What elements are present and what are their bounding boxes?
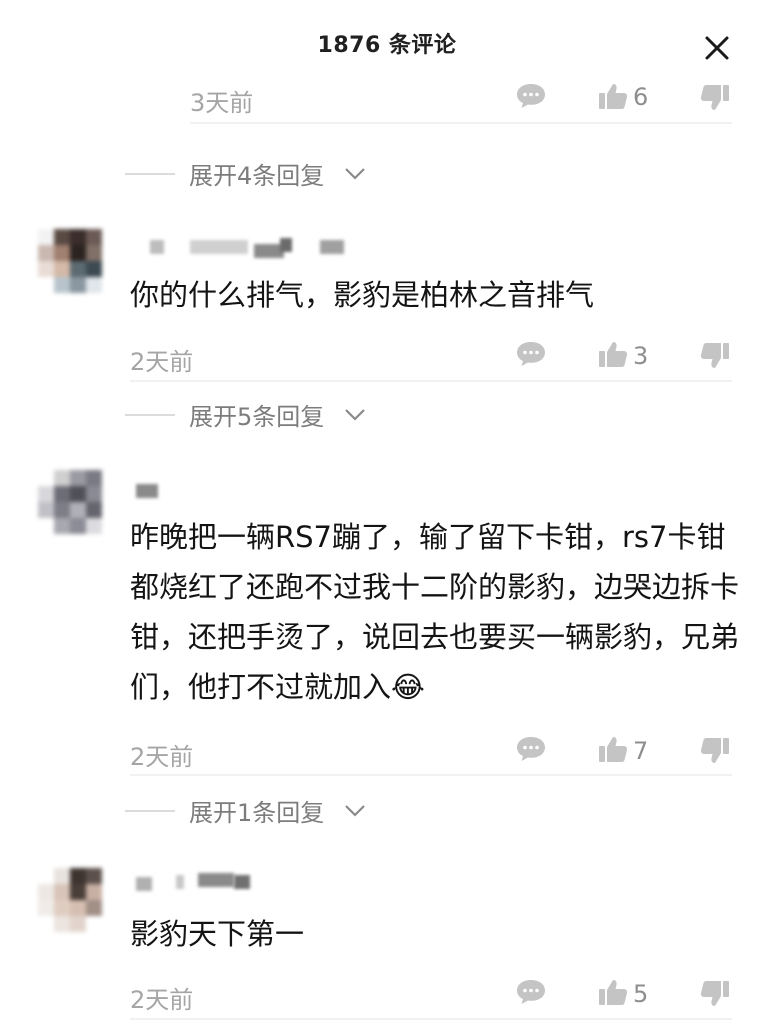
like-count: 5 [633, 980, 649, 1008]
comment-time: 2天前 [130, 348, 194, 376]
like-icon[interactable] [598, 735, 628, 763]
expand-line [125, 414, 175, 416]
comment-divider [130, 380, 732, 382]
like-icon[interactable] [598, 340, 628, 368]
chevron-down-icon [345, 409, 365, 421]
like-count: 3 [633, 342, 649, 370]
avatar[interactable] [38, 470, 116, 548]
expand-replies-label: 展开1条回复 [189, 799, 325, 827]
comment-text-body: 昨晚把一辆RS7蹦了，输了留下卡钳，rs7卡钳都烧红了还跑不过我十二阶的影豹，边… [130, 520, 740, 704]
comment-divider [130, 774, 732, 776]
comment-text: 你的什么排气，影豹是柏林之音排气 [130, 278, 595, 312]
expand-replies-label: 展开5条回复 [189, 403, 325, 431]
chevron-down-icon [345, 805, 365, 817]
dislike-icon[interactable] [700, 342, 730, 370]
comment-time: 3天前 [190, 89, 254, 117]
chevron-down-icon [345, 168, 365, 180]
like-count: 7 [633, 737, 649, 765]
reply-bubble-icon[interactable] [515, 978, 547, 1006]
comment-count-title: 1876 条评论 [317, 33, 457, 58]
laughing-crying-emoji: 😂 [391, 670, 425, 704]
expand-line [125, 810, 175, 812]
comment-divider [190, 122, 732, 124]
reply-bubble-icon[interactable] [515, 735, 547, 763]
comment-text: 影豹天下第一 [130, 917, 305, 951]
comment-time: 2天前 [130, 986, 194, 1014]
dislike-icon[interactable] [700, 980, 730, 1008]
close-icon[interactable] [700, 31, 734, 65]
avatar[interactable] [38, 229, 116, 307]
reply-bubble-icon[interactable] [515, 82, 547, 110]
comment-text: 昨晚把一辆RS7蹦了，输了留下卡钳，rs7卡钳都烧红了还跑不过我十二阶的影豹，边… [130, 512, 750, 712]
comment-divider [130, 1018, 732, 1020]
like-count: 6 [633, 83, 649, 111]
expand-line [125, 173, 175, 175]
comments-header: 1876 条评论 [0, 0, 774, 84]
like-icon[interactable] [598, 978, 628, 1006]
dislike-icon[interactable] [700, 84, 730, 112]
comment-time: 2天前 [130, 743, 194, 771]
dislike-icon[interactable] [700, 737, 730, 765]
expand-replies-label: 展开4条回复 [189, 162, 325, 190]
like-icon[interactable] [598, 82, 628, 110]
reply-bubble-icon[interactable] [515, 340, 547, 368]
avatar[interactable] [38, 868, 116, 946]
